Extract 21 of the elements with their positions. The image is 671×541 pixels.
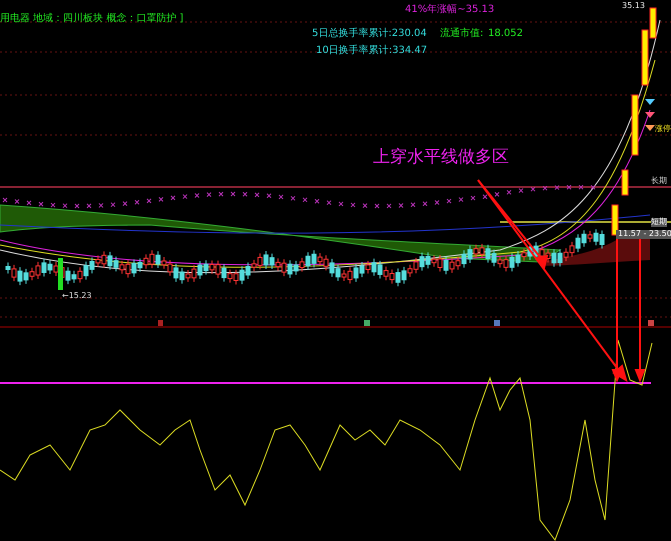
- turnover-5d-label: 5日总换手率累计:230.04: [312, 28, 427, 39]
- sector-info: 用电器 地域：四川板块 概念：口罩防护 ]: [0, 13, 184, 24]
- float-cap-value: 18.052: [488, 28, 523, 39]
- high-price-label: 35.13: [622, 2, 645, 11]
- long-term-line-label: 长期: [651, 177, 667, 186]
- candlestick: [632, 94, 638, 156]
- event-marker-icon: [158, 320, 163, 326]
- short-term-line-label: 短期: [651, 218, 667, 227]
- event-marker-icon: [648, 320, 654, 326]
- low-price-label: ←15.23: [62, 292, 92, 301]
- candlestick: [58, 258, 63, 290]
- float-cap-label: 流通市值:: [440, 28, 484, 39]
- annotation-text: 上穿水平线做多区: [373, 148, 509, 167]
- limit-up-tag: 涨停: [655, 125, 671, 134]
- candlestick: [622, 170, 628, 196]
- event-marker-icon: [364, 320, 370, 326]
- yearly-gain-label: 41%年涨幅~35.13: [405, 4, 494, 15]
- event-marker-icon: [494, 320, 500, 326]
- price-range-label: 11.57 - 23.50: [616, 230, 671, 239]
- turnover-10d-label: 10日换手率累计:334.47: [316, 45, 428, 56]
- candlestick: [612, 204, 618, 236]
